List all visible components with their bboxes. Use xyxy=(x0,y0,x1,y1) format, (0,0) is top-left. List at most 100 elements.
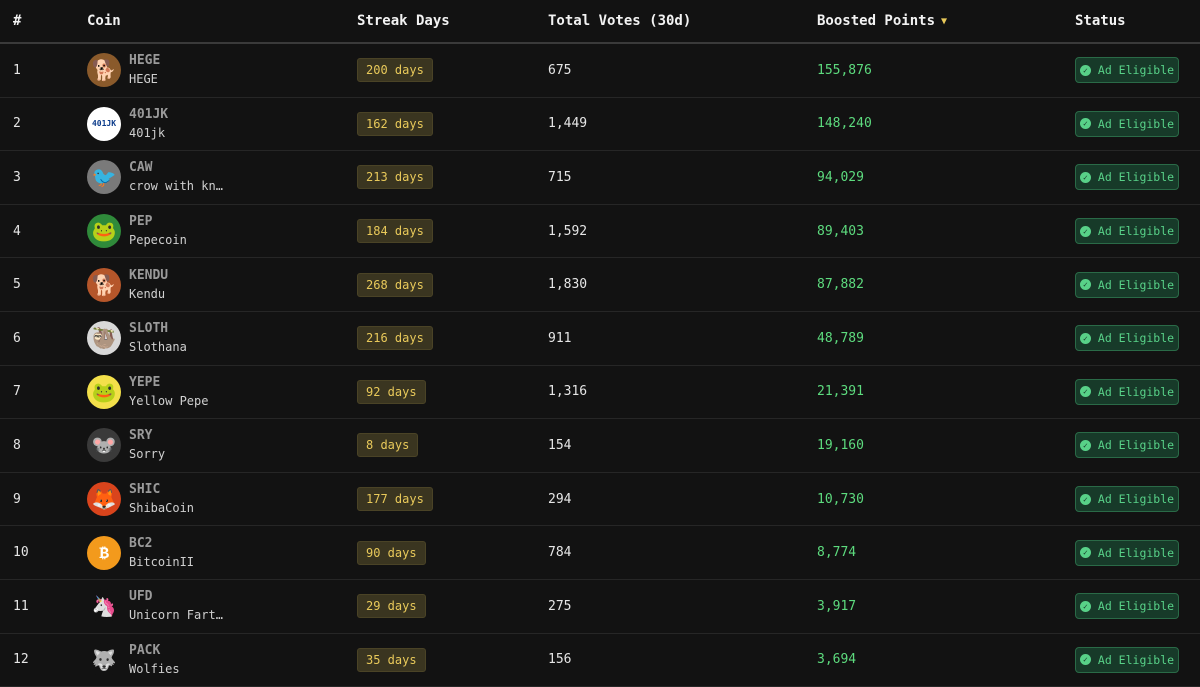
table-row[interactable]: 12 🐺 PACK Wolfies 35 days 156 3,694 ✓ Ad… xyxy=(0,634,1200,687)
streak-cell: 213 days xyxy=(357,151,433,204)
rank-cell: 4 xyxy=(13,223,21,239)
status-label: Ad Eligible xyxy=(1097,599,1175,614)
table-row[interactable]: 3 🐦 CAW crow with kn… 213 days 715 94,02… xyxy=(0,151,1200,205)
coin-name: Wolfies xyxy=(129,661,180,676)
status-badge[interactable]: ✓ Ad Eligible xyxy=(1075,218,1179,245)
table-row[interactable]: 8 🐭 SRY Sorry 8 days 154 19,160 ✓ Ad Eli… xyxy=(0,419,1200,473)
header-streak-days[interactable]: Streak Days xyxy=(357,0,450,42)
status-badge[interactable]: ✓ Ad Eligible xyxy=(1075,646,1179,673)
coin-symbol[interactable]: KENDU xyxy=(129,267,168,285)
streak-badge: 268 days xyxy=(357,272,433,297)
status-badge[interactable]: ✓ Ad Eligible xyxy=(1075,164,1179,191)
status-label: Ad Eligible xyxy=(1097,652,1175,667)
coin-symbol[interactable]: BC2 xyxy=(129,535,194,553)
coin-symbol[interactable]: SRY xyxy=(129,427,165,445)
coin-avatar-icon: 🦥 xyxy=(87,321,121,356)
table-row[interactable]: 6 🦥 SLOTH Slothana 216 days 911 48,789 ✓… xyxy=(0,312,1200,366)
coin-text: UFD Unicorn Fart… xyxy=(129,588,223,624)
header-rank[interactable]: # xyxy=(13,0,21,42)
coin-cell[interactable]: 🦊 SHIC ShibaCoin xyxy=(87,473,194,526)
coin-symbol[interactable]: SHIC xyxy=(129,481,194,499)
status-badge[interactable]: ✓ Ad Eligible xyxy=(1075,271,1179,298)
table-row[interactable]: 5 🐕 KENDU Kendu 268 days 1,830 87,882 ✓ … xyxy=(0,258,1200,312)
table-row[interactable]: 9 🦊 SHIC ShibaCoin 177 days 294 10,730 ✓… xyxy=(0,473,1200,527)
status-badge[interactable]: ✓ Ad Eligible xyxy=(1075,325,1179,352)
rank-cell: 11 xyxy=(13,598,29,614)
table-row[interactable]: 7 🐸 YEPE Yellow Pepe 92 days 1,316 21,39… xyxy=(0,366,1200,420)
coin-cell[interactable]: 🐦 CAW crow with kn… xyxy=(87,151,223,204)
votes-cell: 156 xyxy=(548,652,572,668)
coin-cell[interactable]: 🐸 YEPE Yellow Pepe xyxy=(87,366,208,419)
coin-info[interactable]: 🐦 CAW crow with kn… xyxy=(87,159,223,195)
coin-info[interactable]: 401JK 401JK 401jk xyxy=(87,106,168,142)
coin-avatar-icon: ₿ xyxy=(87,535,121,570)
table-row[interactable]: 1 🐕 HEGE HEGE 200 days 675 155,876 ✓ Ad … xyxy=(0,44,1200,98)
coin-info[interactable]: 🦥 SLOTH Slothana xyxy=(87,320,187,356)
header-boosted-points[interactable]: Boosted Points ▼ xyxy=(817,0,947,42)
status-label: Ad Eligible xyxy=(1097,438,1175,453)
table-header: # Coin Streak Days Total Votes (30d) Boo… xyxy=(0,0,1200,44)
coin-cell[interactable]: 🦄 UFD Unicorn Fart… xyxy=(87,580,223,633)
status-cell: ✓ Ad Eligible xyxy=(1075,98,1179,151)
coin-symbol[interactable]: SLOTH xyxy=(129,320,187,338)
status-badge[interactable]: ✓ Ad Eligible xyxy=(1075,432,1179,459)
check-circle-icon: ✓ xyxy=(1079,118,1091,130)
status-badge[interactable]: ✓ Ad Eligible xyxy=(1075,593,1179,620)
streak-badge: 216 days xyxy=(357,326,433,351)
table-row[interactable]: 11 🦄 UFD Unicorn Fart… 29 days 275 3,917… xyxy=(0,580,1200,634)
coin-avatar-icon: 🐸 xyxy=(87,374,121,409)
streak-cell: 92 days xyxy=(357,366,426,419)
points-cell: 10,730 xyxy=(817,491,864,507)
coin-info[interactable]: 🦄 UFD Unicorn Fart… xyxy=(87,588,223,624)
coin-cell[interactable]: 🦥 SLOTH Slothana xyxy=(87,312,187,365)
coin-symbol[interactable]: YEPE xyxy=(129,374,208,392)
coin-cell[interactable]: 🐸 PEP Pepecoin xyxy=(87,205,187,258)
coin-info[interactable]: 🐸 YEPE Yellow Pepe xyxy=(87,374,208,410)
coin-info[interactable]: 🐕 HEGE HEGE xyxy=(87,52,160,88)
status-cell: ✓ Ad Eligible xyxy=(1075,205,1179,258)
coin-cell[interactable]: 🐺 PACK Wolfies xyxy=(87,634,180,687)
coin-info[interactable]: 🐭 SRY Sorry xyxy=(87,427,165,463)
coin-symbol[interactable]: 401JK xyxy=(129,106,168,124)
status-badge[interactable]: ✓ Ad Eligible xyxy=(1075,378,1179,405)
coin-cell[interactable]: 🐭 SRY Sorry xyxy=(87,419,165,472)
coin-text: SHIC ShibaCoin xyxy=(129,481,194,517)
coin-name: Unicorn Fart… xyxy=(129,608,223,623)
coin-avatar-icon: 🐭 xyxy=(87,428,121,463)
coin-info[interactable]: 🐺 PACK Wolfies xyxy=(87,642,180,678)
votes-cell: 715 xyxy=(548,169,572,185)
check-circle-icon: ✓ xyxy=(1079,225,1091,237)
coin-symbol[interactable]: PEP xyxy=(129,213,187,231)
coin-cell[interactable]: 🐕 HEGE HEGE xyxy=(87,44,160,97)
coin-symbol[interactable]: UFD xyxy=(129,588,223,606)
status-badge[interactable]: ✓ Ad Eligible xyxy=(1075,57,1179,84)
coin-text: KENDU Kendu xyxy=(129,267,168,303)
table-row[interactable]: 10 ₿ BC2 BitcoinII 90 days 784 8,774 ✓ A… xyxy=(0,526,1200,580)
table-row[interactable]: 2 401JK 401JK 401jk 162 days 1,449 148,2… xyxy=(0,98,1200,152)
sort-desc-icon[interactable]: ▼ xyxy=(941,16,947,27)
coin-info[interactable]: ₿ BC2 BitcoinII xyxy=(87,535,194,571)
coin-info[interactable]: 🐸 PEP Pepecoin xyxy=(87,213,187,249)
streak-badge: 184 days xyxy=(357,219,433,244)
coin-cell[interactable]: ₿ BC2 BitcoinII xyxy=(87,526,194,579)
coin-symbol[interactable]: HEGE xyxy=(129,52,160,70)
status-badge[interactable]: ✓ Ad Eligible xyxy=(1075,486,1179,513)
coin-info[interactable]: 🦊 SHIC ShibaCoin xyxy=(87,481,194,517)
status-badge[interactable]: ✓ Ad Eligible xyxy=(1075,110,1179,137)
header-total-votes[interactable]: Total Votes (30d) xyxy=(548,0,691,42)
header-coin[interactable]: Coin xyxy=(87,0,121,42)
streak-cell: 268 days xyxy=(357,258,433,311)
status-label: Ad Eligible xyxy=(1097,170,1175,185)
coin-text: PACK Wolfies xyxy=(129,642,180,678)
status-badge[interactable]: ✓ Ad Eligible xyxy=(1075,539,1179,566)
table-row[interactable]: 4 🐸 PEP Pepecoin 184 days 1,592 89,403 ✓… xyxy=(0,205,1200,259)
coin-cell[interactable]: 🐕 KENDU Kendu xyxy=(87,258,168,311)
coin-cell[interactable]: 401JK 401JK 401jk xyxy=(87,98,168,151)
leaderboard-table: # Coin Streak Days Total Votes (30d) Boo… xyxy=(0,0,1200,687)
coin-symbol[interactable]: PACK xyxy=(129,642,180,660)
header-status[interactable]: Status xyxy=(1075,0,1126,42)
coin-symbol[interactable]: CAW xyxy=(129,159,223,177)
rank-cell: 6 xyxy=(13,330,21,346)
points-cell: 89,403 xyxy=(817,223,864,239)
coin-info[interactable]: 🐕 KENDU Kendu xyxy=(87,267,168,303)
